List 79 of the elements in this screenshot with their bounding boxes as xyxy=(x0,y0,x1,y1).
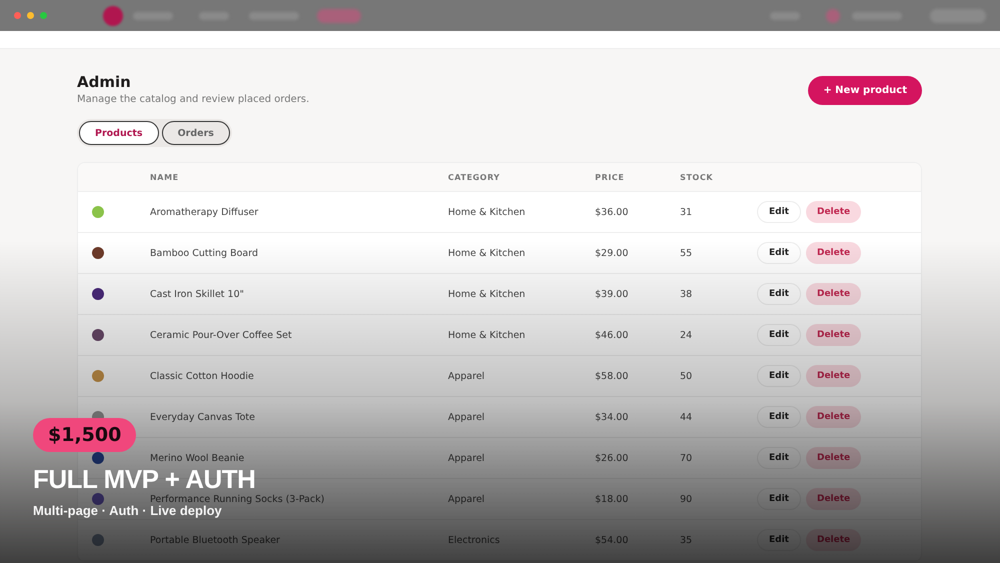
delete-button[interactable]: Delete xyxy=(806,324,862,346)
product-icon xyxy=(91,369,105,383)
table-cell-text: Home & Kitchen xyxy=(448,288,526,300)
edit-button[interactable]: Edit xyxy=(757,529,801,551)
product-icon xyxy=(91,451,105,465)
delete-button[interactable]: Delete xyxy=(806,242,862,264)
table-cell-text: 55 xyxy=(680,248,694,258)
table-cell-text: $58.00 xyxy=(595,370,630,382)
table-cell-text: 24 xyxy=(680,330,694,340)
table-cell-text: $36.00 xyxy=(595,206,630,218)
edit-button[interactable]: Edit xyxy=(757,283,801,305)
promo-subtitle: Multi-page · Auth · Live deploy xyxy=(33,503,222,518)
column-header: PRICE xyxy=(595,172,626,182)
table-cell-text: $39.00 xyxy=(595,288,630,300)
column-header: STOCK xyxy=(680,172,714,182)
product-icon xyxy=(91,205,105,219)
table-cell-text: $54.00 xyxy=(595,534,630,546)
product-icon xyxy=(91,287,105,301)
product-icon xyxy=(91,533,105,547)
table-cell-text: 70 xyxy=(680,452,694,464)
delete-button[interactable]: Delete xyxy=(806,365,862,387)
logo-icon xyxy=(103,6,123,26)
promo-title: FULL MVP + AUTH xyxy=(33,464,256,494)
delete-button[interactable]: Delete xyxy=(806,447,862,469)
blurred-nav-pill[interactable] xyxy=(317,8,361,22)
close-dot-icon[interactable] xyxy=(14,12,21,19)
table-cell-text: $29.00 xyxy=(595,248,630,258)
table-cell-text: $26.00 xyxy=(595,452,630,464)
table-cell-text: Ceramic Pour-Over Coffee Set xyxy=(150,330,293,340)
table-cell-text: Performance Running Socks (3-Pack) xyxy=(150,494,326,504)
column-header: NAME xyxy=(150,172,180,182)
table-cell-text: Aromatherapy Diffuser xyxy=(150,206,260,218)
product-icon xyxy=(91,328,105,342)
delete-button[interactable]: Delete xyxy=(806,201,862,223)
edit-button[interactable]: Edit xyxy=(757,406,801,428)
page-title: Admin xyxy=(77,73,132,91)
product-icon xyxy=(91,492,105,506)
table-cell-text: 50 xyxy=(680,370,694,382)
edit-button[interactable]: Edit xyxy=(757,324,801,346)
table-cell-text: Apparel xyxy=(448,412,486,422)
delete-button[interactable]: Delete xyxy=(806,283,862,305)
table-cell-text: Everyday Canvas Tote xyxy=(150,412,256,422)
table-cell-text: Cast Iron Skillet 10" xyxy=(150,288,245,300)
table-cell-text: Apparel xyxy=(448,370,486,382)
edit-button[interactable]: Edit xyxy=(757,488,801,510)
table-cell-text: 35 xyxy=(680,534,694,546)
tab[interactable]: Orders xyxy=(162,121,230,145)
delete-button[interactable]: Delete xyxy=(806,406,862,428)
price-badge: $1,500 xyxy=(33,418,136,452)
table-cell-text: 31 xyxy=(680,206,694,218)
tab[interactable]: Products xyxy=(79,121,159,145)
table-cell-text: Home & Kitchen xyxy=(448,248,526,258)
product-icon xyxy=(91,246,105,260)
table-cell-text: $18.00 xyxy=(595,494,630,504)
table-cell-text: 38 xyxy=(680,288,694,300)
edit-button[interactable]: Edit xyxy=(757,242,801,264)
table-cell-text: Classic Cotton Hoodie xyxy=(150,370,255,382)
page-subtitle: Manage the catalog and review placed orders. xyxy=(77,94,310,105)
table-cell-text: Apparel xyxy=(448,452,486,464)
table-cell-text: Bamboo Cutting Board xyxy=(150,248,260,258)
table-cell-text: Merino Wool Beanie xyxy=(150,452,246,464)
new-product-button[interactable]: + New product xyxy=(808,76,922,105)
table-cell-text: $34.00 xyxy=(595,412,630,422)
table-cell-text: 90 xyxy=(680,494,694,504)
table-cell-text: 44 xyxy=(680,412,694,422)
delete-button[interactable]: Delete xyxy=(806,488,862,510)
edit-button[interactable]: Edit xyxy=(757,447,801,469)
table-cell-text: Home & Kitchen xyxy=(448,330,526,340)
maximize-dot-icon[interactable] xyxy=(40,12,47,19)
edit-button[interactable]: Edit xyxy=(757,201,801,223)
table-cell-text: Portable Bluetooth Speaker xyxy=(150,534,281,546)
table-cell-text: Home & Kitchen xyxy=(448,206,526,218)
blurred-avatar xyxy=(826,8,840,22)
minimize-dot-icon[interactable] xyxy=(27,12,34,19)
table-cell-text: $46.00 xyxy=(595,330,630,340)
edit-button[interactable]: Edit xyxy=(757,365,801,387)
table-cell-text: Electronics xyxy=(448,534,501,546)
column-header: CATEGORY xyxy=(448,172,502,182)
table-cell-text: Apparel xyxy=(448,494,486,504)
